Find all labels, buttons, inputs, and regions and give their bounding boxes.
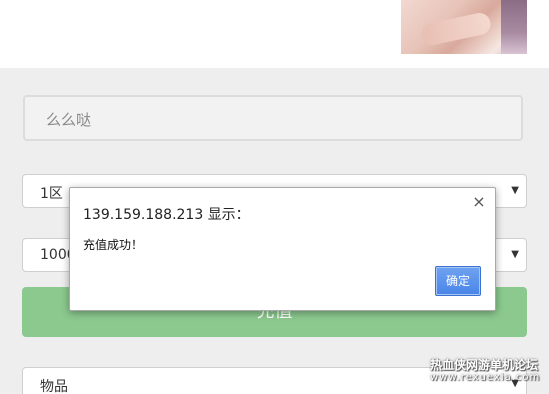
chevron-down-icon: ▼ [511,185,519,196]
server-select-value: 1区 [40,186,63,202]
site-watermark: 热血侠网游单机论坛 www.rexuexia.com [430,358,548,384]
watermark-url: www.rexuexia.com [430,372,541,383]
profile-photo [401,0,527,54]
close-icon[interactable]: × [471,194,487,210]
watermark-text: 热血侠网游单机论坛 [430,358,539,372]
character-name-field[interactable]: 么么哒 [23,95,523,141]
photo-detail [419,10,493,48]
alert-dialog: 139.159.188.213 显示： × 充值成功！ 确定 [69,187,496,311]
ok-button[interactable]: 确定 [435,266,481,296]
photo-detail-hair [501,0,527,54]
header-area [0,0,549,68]
dialog-title: 139.159.188.213 显示： [83,207,250,223]
character-name-value: 么么哒 [46,111,92,129]
chevron-down-icon: ▼ [511,249,519,260]
item-select-value: 物品 [40,379,68,394]
dialog-message: 充值成功！ [83,238,144,252]
page: 么么哒 1区 ▼ 1000 ▼ 充值 物品 ▼ 热血侠网游单机论坛 www.re… [0,0,549,394]
